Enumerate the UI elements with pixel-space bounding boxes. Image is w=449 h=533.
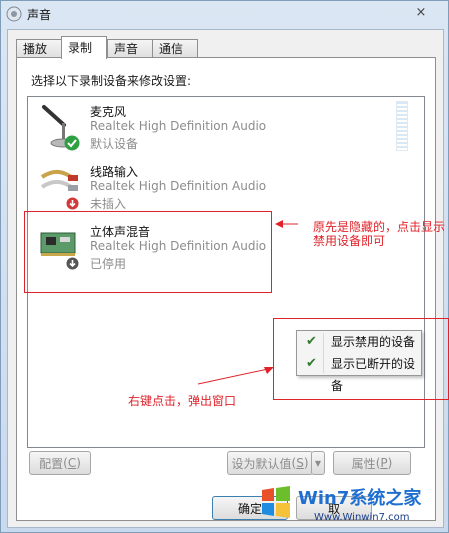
set-default-button[interactable]: 设为默认值(S) bbox=[227, 451, 313, 475]
close-button[interactable]: × bbox=[408, 3, 434, 21]
set-default-dropdown-button[interactable]: ▼ bbox=[311, 451, 325, 475]
tab-recording[interactable]: 录制 bbox=[61, 36, 107, 59]
menu-item-show-disconnected[interactable]: ✔ 显示已断开的设备 bbox=[297, 353, 421, 393]
windows-logo-icon bbox=[262, 486, 290, 518]
device-driver: Realtek High Definition Audio bbox=[90, 179, 267, 193]
chevron-down-icon: ▼ bbox=[314, 458, 322, 468]
annotation-arrow-icon bbox=[275, 220, 298, 228]
annotation-highlight-box bbox=[24, 211, 272, 293]
configure-button[interactable]: 配置(C) bbox=[29, 451, 91, 475]
device-row-line-in[interactable]: 线路输入 Realtek High Definition Audio 未插入 bbox=[28, 157, 422, 215]
tab-playback[interactable]: 播放 bbox=[16, 39, 62, 58]
default-check-icon bbox=[64, 135, 80, 151]
annotation-arrow-icon bbox=[197, 367, 274, 385]
tab-sounds[interactable]: 声音 bbox=[107, 39, 153, 58]
instruction-text: 选择以下录制设备来修改设置: bbox=[31, 74, 192, 88]
watermark-url: Www.Winwin7.com bbox=[314, 512, 410, 523]
watermark: Win7系统之家 Www.Winwin7.com bbox=[252, 476, 448, 532]
speaker-icon bbox=[6, 6, 22, 22]
context-menu: ✔ 显示禁用的设备 ✔ 显示已断开的设备 bbox=[296, 330, 422, 393]
checkmark-icon: ✔ bbox=[306, 334, 317, 349]
annotation-hidden-note-line2: 禁用设备即可 bbox=[313, 234, 386, 248]
device-status: 默认设备 bbox=[90, 137, 139, 151]
device-status: 未插入 bbox=[90, 197, 127, 211]
checkmark-icon: ✔ bbox=[306, 356, 317, 371]
device-row-microphone[interactable]: 麦克风 Realtek High Definition Audio 默认设备 bbox=[28, 97, 422, 155]
tab-communications[interactable]: 通信 bbox=[152, 39, 198, 58]
unplugged-icon bbox=[66, 197, 79, 210]
device-name: 线路输入 bbox=[90, 165, 139, 179]
window-title: 声音 bbox=[27, 8, 52, 22]
device-driver: Realtek High Definition Audio bbox=[90, 119, 267, 133]
menu-item-show-disabled[interactable]: ✔ 显示禁用的设备 bbox=[297, 331, 421, 353]
annotation-right-click-note: 右键点击，弹出窗口 bbox=[128, 394, 237, 408]
level-meter bbox=[396, 101, 408, 151]
annotation-hidden-note-line1: 原先是隐藏的，点击显示 bbox=[313, 220, 446, 234]
device-name: 麦克风 bbox=[90, 105, 127, 119]
title-bar: 声音 × bbox=[1, 1, 448, 27]
properties-button[interactable]: 属性(P) bbox=[333, 451, 411, 475]
watermark-brand: Win7系统之家 bbox=[298, 488, 422, 509]
